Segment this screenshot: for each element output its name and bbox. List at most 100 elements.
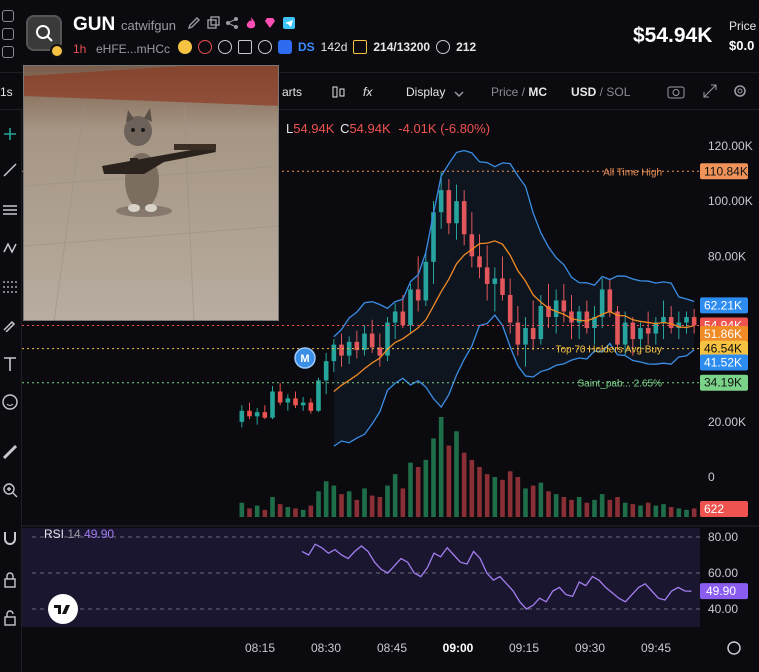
zoom-in-icon[interactable] [2,482,18,498]
volume-bar [622,502,628,517]
lock-icon[interactable] [2,610,18,626]
emoji-icon[interactable] [2,394,18,410]
volume-bar [561,497,567,517]
y-axis-tick: 100.00K [708,194,753,208]
volume-bar [461,452,467,517]
volume-bar [247,508,252,517]
volume-bar [254,505,260,517]
horizontal-lines-icon[interactable] [2,202,18,218]
brush-icon[interactable] [2,316,18,332]
indicator-compare-icon[interactable] [331,84,347,105]
candle-body [285,398,291,403]
price-mc-sep: / [518,85,529,99]
volume-bar [500,479,505,517]
x-axis-tick: 08:30 [311,641,341,655]
migration-marker-label[interactable]: M [300,353,309,365]
crosshair-icon[interactable] [2,126,18,142]
views-count: 212 [456,40,477,54]
candle-body [277,391,283,403]
volume-bar [661,504,666,517]
volume-bar [530,485,536,517]
trendline-icon[interactable] [2,162,18,178]
volume-bar [346,491,352,517]
leaf-icon[interactable] [198,40,212,54]
volume-bar [553,494,559,517]
price-mc-toggle[interactable]: Price / MC [491,85,547,99]
volume-bar [607,499,613,517]
ds-age: 142d [320,40,348,54]
copy-icon[interactable] [206,16,220,30]
edit-icon[interactable] [187,16,201,30]
volume-bar [323,481,329,517]
magnet-icon[interactable] [2,530,18,546]
ruler-icon[interactable] [2,444,18,460]
volume-bar [362,488,367,517]
contract-address[interactable]: eHFE...mHCc [96,42,170,56]
copy-icon[interactable] [2,10,14,22]
timeframe-label[interactable]: 1h [73,42,86,56]
fx-indicators-button[interactable]: fx [363,85,372,99]
volume-bar [569,499,574,517]
ohlc-l-value: 54.94K [293,121,335,136]
search-circle-icon[interactable] [258,40,272,54]
volume-bar [638,505,643,517]
usd-label[interactable]: USD [571,85,596,99]
share-icon[interactable] [225,16,239,30]
candle-body [239,410,245,422]
pattern-icon[interactable] [2,240,18,256]
token-badge-icon [50,44,64,58]
bookmark-icon[interactable] [2,46,14,58]
volume-bar [592,499,597,517]
sol-label[interactable]: SOL [606,85,630,99]
volume-bar [385,485,390,517]
candle-body [270,391,275,418]
chart-doc-icon[interactable] [238,40,252,54]
ds-icon [278,40,292,54]
price-level-annotation: Saint_pab... 2.65% [577,379,662,390]
telegram-icon[interactable] [282,16,296,30]
candle-body [262,412,268,418]
volume-bar [523,488,528,517]
dollar-icon[interactable] [178,40,192,54]
volume-bar [354,499,360,517]
share-icon[interactable] [2,28,14,40]
axis-price-tag-label: 622 [704,502,724,516]
token-name: catwifgun [121,18,176,33]
volume-bar [392,474,398,517]
fullscreen-icon[interactable] [702,83,718,104]
volume-bar [277,504,283,517]
chevron-down-icon[interactable] [454,86,464,104]
volume-bar [316,491,321,517]
axis-price-tag-label: 51.86K [704,327,742,341]
camera-icon[interactable] [667,83,685,104]
charts-button[interactable]: arts [282,85,302,99]
token-image-popup [23,65,279,321]
volume-bar [339,494,344,517]
axis-price-tag-label: 110.84K [704,164,748,178]
candle-body [293,398,298,406]
rsi-pane-background [22,528,700,627]
axis-price-tag-label: 34.19K [704,376,742,390]
fib-icon[interactable] [2,278,18,294]
settings-gear-icon[interactable] [732,83,748,104]
lock-drawing-icon[interactable] [2,572,18,588]
volume-bar [331,485,337,517]
tradingview-logo[interactable] [48,594,78,624]
price-mc-price[interactable]: Price [491,85,518,99]
display-button[interactable]: Display [406,85,445,99]
rsi-axis-tick: 80.00 [708,530,738,544]
axis-price-tag-label: 62.21K [704,298,742,312]
x-axis-tick: 09:30 [575,641,605,655]
y-axis-tick: 0 [708,470,715,484]
price-mc-mc[interactable]: MC [528,85,547,99]
volume-bar [423,459,429,517]
volume-bar [515,477,521,517]
y-axis-tick: 20.00K [708,415,746,429]
text-tool-icon[interactable] [2,356,18,372]
volume-bar [484,474,490,517]
price-level-annotation: Top 70 Holders Avg Buy [555,345,662,356]
menu-circle-icon[interactable] [218,40,232,54]
volume-bar [454,431,459,517]
usd-sol-toggle[interactable]: USD / SOL [571,85,630,99]
fire-icon [244,16,258,30]
